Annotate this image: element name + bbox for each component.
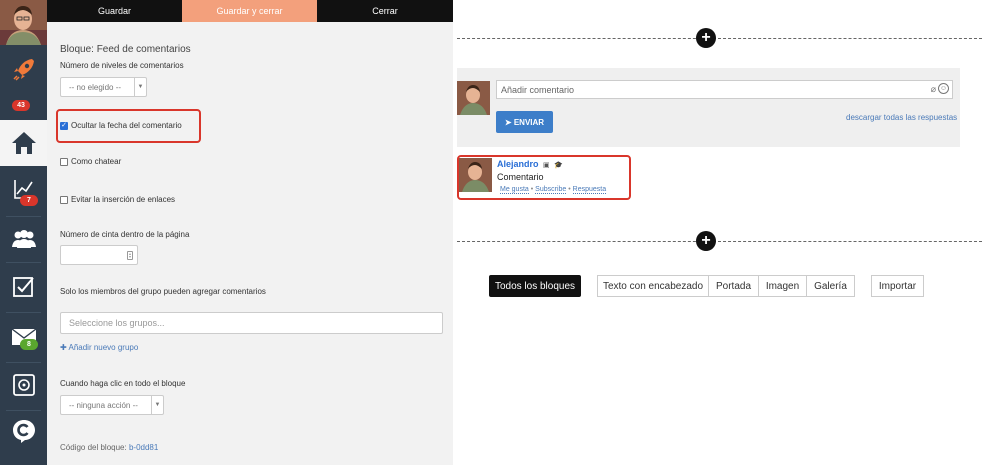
comment-actions: Me gusta • Subscribe • Respuesta: [500, 186, 607, 194]
gallery-button[interactable]: Galería: [806, 275, 855, 297]
comment-form: Añadir comentario ⌀ ☺ ➤ ENVIAR descargar…: [457, 68, 960, 147]
messages-badge[interactable]: 8: [20, 339, 38, 350]
save-and-close-button[interactable]: Guardar y cerrar: [182, 0, 317, 22]
tape-number-label: Número de cinta dentro de la página: [60, 230, 190, 239]
hide-date-label: Ocultar la fecha del comentario: [71, 121, 182, 130]
sidebar-divider: [6, 262, 41, 263]
checkbox-icon[interactable]: [0, 270, 47, 304]
groups-placeholder: Seleccione los grupos...: [69, 318, 165, 328]
block-click-select[interactable]: -- ninguna acción -- ▼: [60, 395, 164, 415]
comment-author-name[interactable]: Alejandro: [497, 159, 539, 169]
sidebar: 43 7 8: [0, 0, 47, 465]
paperclip-icon[interactable]: ⌀: [931, 84, 936, 95]
rocket-icon[interactable]: [0, 52, 47, 86]
groups-select-input[interactable]: Seleccione los grupos...: [60, 312, 443, 334]
like-link[interactable]: Me gusta: [500, 186, 529, 194]
comment-levels-label: Número de niveles de comentarios: [60, 61, 184, 70]
text-header-button[interactable]: Texto con encabezado: [597, 275, 709, 297]
sidebar-divider: [6, 362, 41, 363]
block-code-label: Código del bloque:: [60, 443, 127, 452]
comment-levels-select[interactable]: -- no elegido -- ▼: [60, 77, 147, 97]
close-button[interactable]: Cerrar: [317, 0, 453, 22]
comment-item: Alejandro ▣ 🎓 Comentario Me gusta • Subs…: [457, 155, 631, 200]
chevron-down-icon: ▼: [151, 396, 163, 414]
sidebar-divider: [6, 312, 41, 313]
add-block-plus-icon[interactable]: +: [696, 28, 716, 48]
block-click-value: -- ninguna acción --: [69, 400, 138, 410]
hide-date-checkbox[interactable]: ✓ Ocultar la fecha del comentario: [60, 121, 182, 130]
image-button[interactable]: Imagen: [758, 275, 807, 297]
avoid-links-checkbox[interactable]: Evitar la inserción de enlaces: [60, 195, 175, 204]
tape-number-input[interactable]: ▴ ▾: [60, 245, 138, 265]
comment-placeholder: Añadir comentario: [501, 84, 575, 95]
add-block-plus-icon[interactable]: +: [696, 231, 716, 251]
settings-toolbar: Guardar Guardar y cerrar Cerrar: [47, 0, 453, 22]
download-all-replies-link[interactable]: descargar todas las respuestas: [846, 113, 957, 122]
block-code-value[interactable]: b-0dd81: [129, 443, 158, 452]
comment-levels-value: -- no elegido --: [69, 82, 122, 92]
comment-author-avatar[interactable]: [459, 158, 492, 192]
chat-like-label: Como chatear: [71, 157, 122, 166]
commenter-avatar: [457, 81, 490, 115]
smiley-icon[interactable]: ☺: [938, 83, 949, 94]
reply-link[interactable]: Respuesta: [572, 186, 607, 194]
avoid-links-label: Evitar la inserción de enlaces: [71, 195, 176, 204]
checkbox-icon[interactable]: [60, 195, 68, 204]
import-button[interactable]: Importar: [871, 275, 924, 297]
users-icon[interactable]: [0, 222, 47, 256]
plus-icon: ✚: [60, 343, 67, 352]
block-divider: [457, 38, 982, 39]
user-avatar[interactable]: [0, 0, 47, 45]
stats-badge[interactable]: 7: [20, 195, 38, 206]
send-icon: ➤: [504, 117, 512, 127]
notifications-badge[interactable]: 43: [12, 100, 30, 111]
graduation-cap-icon: 🎓: [554, 161, 563, 169]
safe-icon[interactable]: [0, 368, 47, 402]
send-button[interactable]: ➤ ENVIAR: [496, 111, 553, 133]
send-label: ENVIAR: [513, 117, 545, 127]
all-blocks-button[interactable]: Todos los bloques: [489, 275, 581, 297]
block-divider: [457, 241, 982, 242]
sidebar-divider: [6, 410, 41, 411]
spinner-icon[interactable]: ▴ ▾: [127, 251, 133, 260]
save-button[interactable]: Guardar: [47, 0, 182, 22]
cover-button[interactable]: Portada: [708, 275, 759, 297]
group-members-label: Solo los miembros del grupo pueden agreg…: [60, 287, 266, 296]
block-code: Código del bloque: b-0dd81: [60, 443, 158, 452]
comment-text: Comentario: [497, 172, 544, 182]
checkbox-checked-icon[interactable]: ✓: [60, 121, 68, 130]
add-new-group-label: Añadir nuevo grupo: [68, 343, 139, 352]
c-icon[interactable]: [0, 414, 47, 448]
block-settings-panel: Guardar Guardar y cerrar Cerrar Bloque: …: [47, 0, 453, 465]
home-icon[interactable]: [0, 120, 47, 166]
id-card-icon: ▣: [543, 161, 550, 169]
chat-like-checkbox[interactable]: Como chatear: [60, 157, 121, 166]
chevron-down-icon: ▼: [134, 78, 146, 96]
separator-dot: •: [568, 186, 573, 193]
block-title: Bloque: Feed de comentarios: [60, 44, 191, 55]
block-click-label: Cuando haga clic en todo el bloque: [60, 379, 186, 388]
comment-author[interactable]: Alejandro ▣ 🎓: [497, 159, 563, 169]
subscribe-link[interactable]: Subscribe: [535, 186, 567, 194]
sidebar-divider: [6, 216, 41, 217]
checkbox-icon[interactable]: [60, 157, 68, 166]
comment-input[interactable]: Añadir comentario ⌀ ☺: [496, 80, 953, 99]
add-new-group-link[interactable]: ✚ Añadir nuevo grupo: [60, 343, 138, 352]
